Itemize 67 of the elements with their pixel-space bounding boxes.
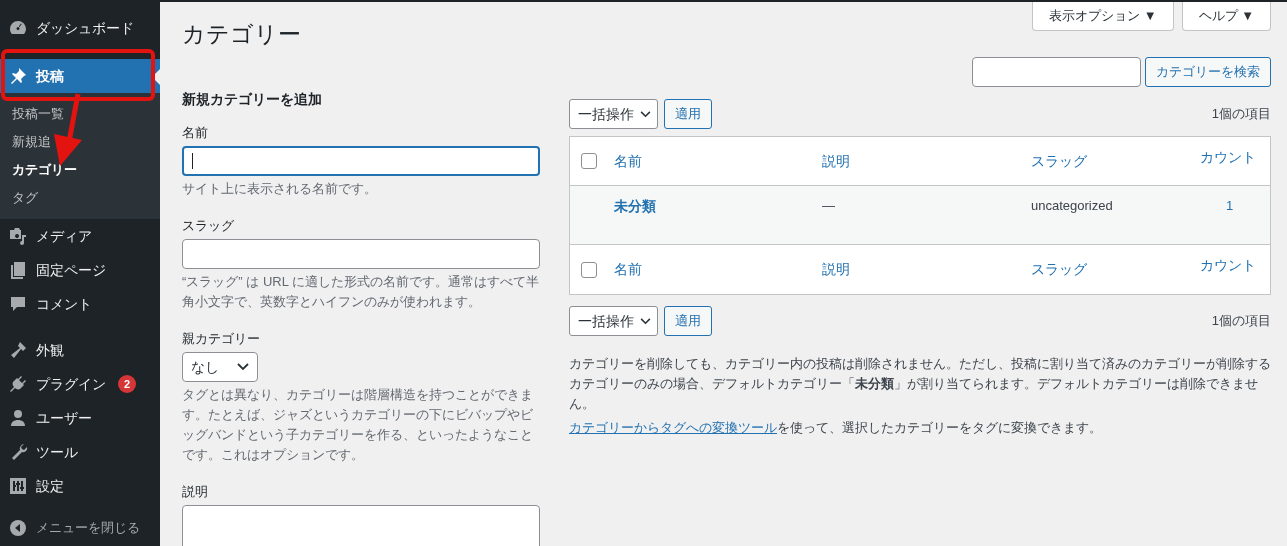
count-badge: 2 xyxy=(118,375,136,393)
bulk-action-select[interactable]: 一括操作 xyxy=(569,306,658,336)
column-header[interactable]: 説明 xyxy=(822,150,850,172)
field-label: 名前 xyxy=(182,124,209,142)
menu-item[interactable]: 固定ページ xyxy=(0,253,160,287)
field-hint: タグとは異なり、カテゴリーは階層構造を持つことができます。たとえば、ジャズというカテゴリーの下にビバップやビッグバンドという子カテゴリーを作る、といったようなことです。これはオプションです。 xyxy=(182,386,534,464)
collapse-icon xyxy=(8,518,28,538)
bulk-action-select[interactable]: 一括操作 xyxy=(569,99,658,129)
parent-select[interactable]: なし xyxy=(182,352,258,382)
speech-bubble-icon xyxy=(8,294,28,314)
field-label: スラッグ xyxy=(182,217,235,235)
plug-icon xyxy=(8,374,28,394)
screen-tab-button[interactable]: 表示オプション ▼ xyxy=(1032,2,1174,31)
item-count: 1個の項目 xyxy=(1211,312,1271,331)
category-name-link[interactable]: 未分類 xyxy=(614,196,656,217)
text-field[interactable] xyxy=(182,146,540,176)
column-header[interactable]: 名前 xyxy=(614,150,642,172)
checkbox[interactable] xyxy=(581,261,597,278)
screen-tab-button[interactable]: ヘルプ ▼ xyxy=(1181,2,1271,31)
menu-item[interactable]: メディア xyxy=(0,219,160,253)
checkbox[interactable] xyxy=(581,153,597,169)
pointer-icon xyxy=(152,69,160,85)
field-label: 親カテゴリー xyxy=(182,330,261,348)
column-header[interactable]: スラッグ xyxy=(1031,259,1087,280)
search-button[interactable]: カテゴリーを検索 xyxy=(1145,57,1271,87)
menu-item[interactable]: ツール xyxy=(0,435,160,469)
converter-link[interactable]: カテゴリーからタグへの変換ツール xyxy=(569,420,777,435)
chevron-down-icon xyxy=(237,363,249,371)
column-header[interactable]: スラッグ xyxy=(1031,150,1087,172)
menu-item[interactable]: ダッシュボード xyxy=(0,11,160,45)
collapse-menu-button[interactable]: メニューを閉じる xyxy=(0,511,160,545)
item-count: 1個の項目 xyxy=(1211,105,1271,124)
column-header[interactable]: 説明 xyxy=(822,259,850,280)
chevron-down-icon xyxy=(640,110,651,118)
sliders-icon xyxy=(8,476,28,496)
field-label: 説明 xyxy=(182,483,209,501)
count-link[interactable]: 1 xyxy=(1226,196,1234,216)
table-cell-text: — xyxy=(822,197,835,215)
column-header[interactable]: カウント xyxy=(1200,255,1256,276)
submenu-item[interactable]: 新規追 xyxy=(0,128,160,156)
user-icon xyxy=(8,408,28,428)
pages-icon xyxy=(8,260,28,280)
chevron-down-icon xyxy=(640,317,651,325)
menu-item[interactable]: 設定 xyxy=(0,469,160,503)
help-text: カテゴリーからタグへの変換ツールを使って、選択したカテゴリーをタグに変換できます。 xyxy=(569,419,1103,437)
apply-button[interactable]: 適用 xyxy=(664,99,712,129)
field-hint: “スラッグ” は URL に適した形式の名前です。通常はすべて半角小文字で、英数字とハイフンのみが使われます。 xyxy=(182,273,540,311)
search-field[interactable] xyxy=(972,57,1141,87)
menu-item[interactable]: コメント xyxy=(0,287,160,321)
menu-item[interactable]: ユーザー xyxy=(0,401,160,435)
field-hint: サイト上に表示される名前です。 xyxy=(182,180,378,198)
submenu-item[interactable]: カテゴリー xyxy=(0,156,160,184)
column-header[interactable]: 名前 xyxy=(614,259,642,280)
form-heading: 新規カテゴリーを追加 xyxy=(182,90,323,109)
submenu-item[interactable]: 投稿一覧 xyxy=(0,100,160,128)
submenu-item[interactable]: タグ xyxy=(0,184,160,212)
page-title: カテゴリー xyxy=(182,20,302,49)
table-cell-text: uncategorized xyxy=(1031,197,1113,215)
menu-item[interactable]: 投稿 xyxy=(0,59,160,93)
menu-item[interactable]: 外観 xyxy=(0,333,160,367)
text-field[interactable] xyxy=(182,239,540,269)
apply-button[interactable]: 適用 xyxy=(664,306,712,336)
camera-music-icon xyxy=(8,226,28,246)
help-text: カテゴリーを削除しても、カテゴリー内の投稿は削除されません。ただし、投稿に割り当て済みのカテゴリーが削除するカテゴリーのみの場合、デフォルトカテゴリー「未分類」が割り当てられます。デフォルトカテゴリーは削除できません。 xyxy=(569,355,1271,413)
menu-item[interactable]: プラグイン 2 xyxy=(0,367,160,401)
text-cursor xyxy=(192,153,193,169)
column-header[interactable]: カウント xyxy=(1200,147,1256,168)
